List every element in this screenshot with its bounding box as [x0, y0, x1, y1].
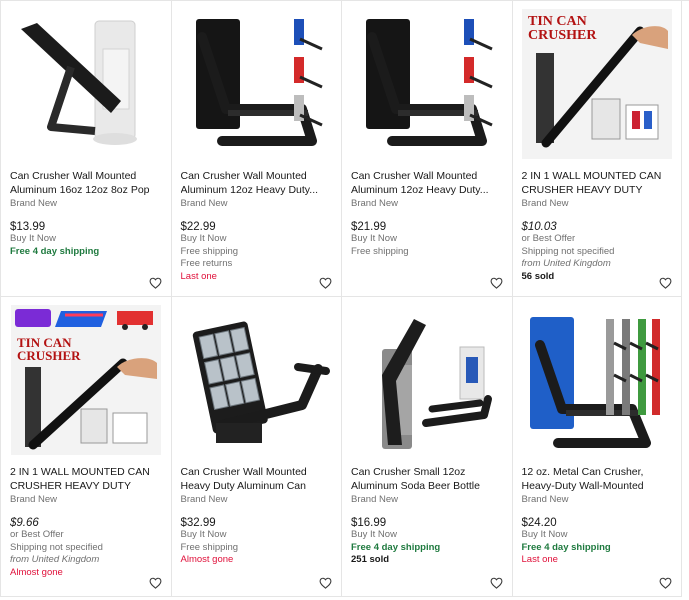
listing-card[interactable]: Can Crusher Small 12oz Aluminum Soda Bee…: [341, 297, 512, 597]
listing-price: $22.99: [180, 221, 216, 233]
listing-detail-line: Free shipping: [351, 245, 409, 257]
listing-detail-line: from United Kingdom: [10, 554, 100, 566]
listing-price: $24.20: [521, 517, 557, 529]
listing-condition: Brand New: [351, 494, 398, 505]
heart-outline-icon[interactable]: [659, 277, 672, 289]
heart-outline-icon[interactable]: [149, 277, 162, 289]
listing-details: Buy It Now Free 4 day shipping: [10, 233, 163, 258]
product-image[interactable]: TIN CAN CRUSHER: [522, 3, 674, 165]
listing-details: Buy It Now Free 4 day shipping 251 sold: [351, 529, 504, 567]
listing-detail-line: Free shipping: [180, 541, 239, 553]
product-photo: [195, 19, 323, 146]
listing-condition: Brand New: [10, 198, 57, 209]
listing-price: $13.99: [10, 221, 46, 233]
product-photo: [530, 317, 661, 448]
listing-detail-line: from United Kingdom: [521, 258, 611, 270]
listing-detail-line: Free 4 day shipping: [351, 541, 441, 553]
listing-detail-line: Last one: [180, 271, 217, 283]
listing-condition: Brand New: [521, 494, 569, 505]
product-image[interactable]: [522, 299, 674, 461]
product-image[interactable]: [181, 299, 334, 461]
listing-title[interactable]: 12 oz. Metal Can Crusher, Heavy-Duty Wal…: [522, 466, 674, 493]
listing-detail-line: Almost gone: [10, 567, 63, 579]
listing-detail-line: Last one: [521, 554, 558, 566]
svg-text:CRUSHER: CRUSHER: [17, 348, 81, 363]
listing-detail-line: Buy It Now: [351, 529, 397, 540]
listing-detail-line: Shipping not specified: [521, 245, 615, 257]
listing-condition: Brand New: [180, 198, 228, 209]
listing-detail-line: Almost gone: [180, 554, 234, 566]
listing-card[interactable]: 12 oz. Metal Can Crusher, Heavy-Duty Wal…: [511, 297, 682, 597]
listing-condition: Brand New: [10, 494, 57, 505]
listing-price: $21.99: [351, 221, 387, 233]
product-photo: [192, 321, 330, 443]
listing-details: Buy It Now Free 4 day shipping Last one: [522, 529, 674, 567]
heart-outline-icon[interactable]: [490, 277, 503, 289]
listing-detail-line: 251 sold: [351, 554, 390, 566]
listing-details: Buy It Now Free shipping Almost gone: [181, 529, 334, 567]
listing-card[interactable]: TIN CAN CRUSHER 2 IN 1 WALL MOUNTED CAN …: [0, 297, 171, 597]
search-results-grid: Can Crusher Wall Mounted Aluminum 16oz 1…: [0, 0, 689, 600]
listing-price: $9.66: [10, 517, 39, 529]
listing-details: Buy It Now Free shipping: [351, 233, 504, 258]
heart-outline-icon[interactable]: [319, 577, 332, 589]
product-photo: [366, 19, 493, 146]
listing-condition: Brand New: [351, 198, 398, 209]
listing-details: or Best Offer Shipping not specified from …: [522, 233, 674, 284]
product-photo: TIN CAN CRUSHER: [522, 9, 673, 159]
product-photo: TIN CAN CRUSHER: [11, 305, 162, 455]
listing-title[interactable]: Can Crusher Wall Mounted Aluminum 12oz H…: [181, 170, 334, 197]
listing-price: $32.99: [180, 517, 216, 529]
listing-detail-line: or Best Offer: [10, 529, 64, 540]
listing-detail-line: Buy It Now: [180, 233, 227, 244]
listing-detail-line: Buy It Now: [521, 529, 568, 540]
listing-detail-line: Free 4 day shipping: [10, 245, 100, 257]
heart-outline-icon[interactable]: [149, 577, 162, 589]
listing-card[interactable]: TIN CAN CRUSHER 2 IN 1 WALL MOUNTED CAN …: [511, 1, 682, 297]
listing-card[interactable]: Can Crusher Wall Mounted Aluminum 16oz 1…: [0, 1, 171, 297]
listing-detail-line: Shipping not specified: [10, 541, 103, 553]
listing-card[interactable]: Can Crusher Wall Mounted Heavy Duty Alum…: [170, 297, 341, 597]
product-image[interactable]: TIN CAN CRUSHER: [10, 299, 163, 461]
listing-detail-line: or Best Offer: [521, 233, 576, 244]
product-image[interactable]: [351, 3, 504, 165]
listing-card[interactable]: Can Crusher Wall Mounted Aluminum 12oz H…: [170, 1, 341, 297]
listing-detail-line: 56 sold: [521, 271, 555, 283]
listing-detail-line: Buy It Now: [10, 233, 56, 244]
listing-title[interactable]: Can Crusher Small 12oz Aluminum Soda Bee…: [351, 466, 504, 493]
listing-detail-line: Free 4 day shipping: [521, 541, 611, 553]
product-image[interactable]: [10, 3, 163, 165]
svg-text:TIN CAN: TIN CAN: [528, 14, 587, 29]
listing-condition: Brand New: [521, 198, 569, 209]
heart-outline-icon[interactable]: [319, 277, 332, 289]
listing-title[interactable]: Can Crusher Wall Mounted Heavy Duty Alum…: [181, 466, 334, 493]
listing-price: $10.03: [521, 221, 557, 233]
listing-title[interactable]: Can Crusher Wall Mounted Aluminum 16oz 1…: [10, 170, 163, 197]
listing-title[interactable]: 2 IN 1 WALL MOUNTED CAN CRUSHER HEAVY DU…: [10, 466, 163, 493]
heart-outline-icon[interactable]: [490, 577, 503, 589]
listing-detail-line: Free returns: [180, 258, 233, 270]
listing-title[interactable]: Can Crusher Wall Mounted Aluminum 12oz H…: [351, 170, 504, 197]
listing-title[interactable]: 2 IN 1 WALL MOUNTED CAN CRUSHER HEAVY DU…: [522, 170, 674, 197]
listing-details: or Best Offer Shipping not specified from …: [10, 529, 163, 580]
svg-text:CRUSHER: CRUSHER: [528, 28, 597, 43]
listing-detail-line: Free shipping: [180, 245, 239, 257]
listing-condition: Brand New: [180, 494, 228, 505]
product-image[interactable]: [351, 299, 504, 461]
listing-details: Buy It Now Free shipping Free returns Last …: [181, 233, 334, 284]
listing-card[interactable]: Can Crusher Wall Mounted Aluminum 12oz H…: [341, 1, 512, 297]
listing-price: $16.99: [351, 517, 387, 529]
product-photo: [21, 20, 138, 145]
listing-detail-line: Buy It Now: [180, 529, 227, 540]
product-image[interactable]: [181, 3, 334, 165]
product-photo: [382, 319, 493, 449]
listing-detail-line: Buy It Now: [351, 233, 397, 244]
heart-outline-icon[interactable]: [659, 577, 672, 589]
